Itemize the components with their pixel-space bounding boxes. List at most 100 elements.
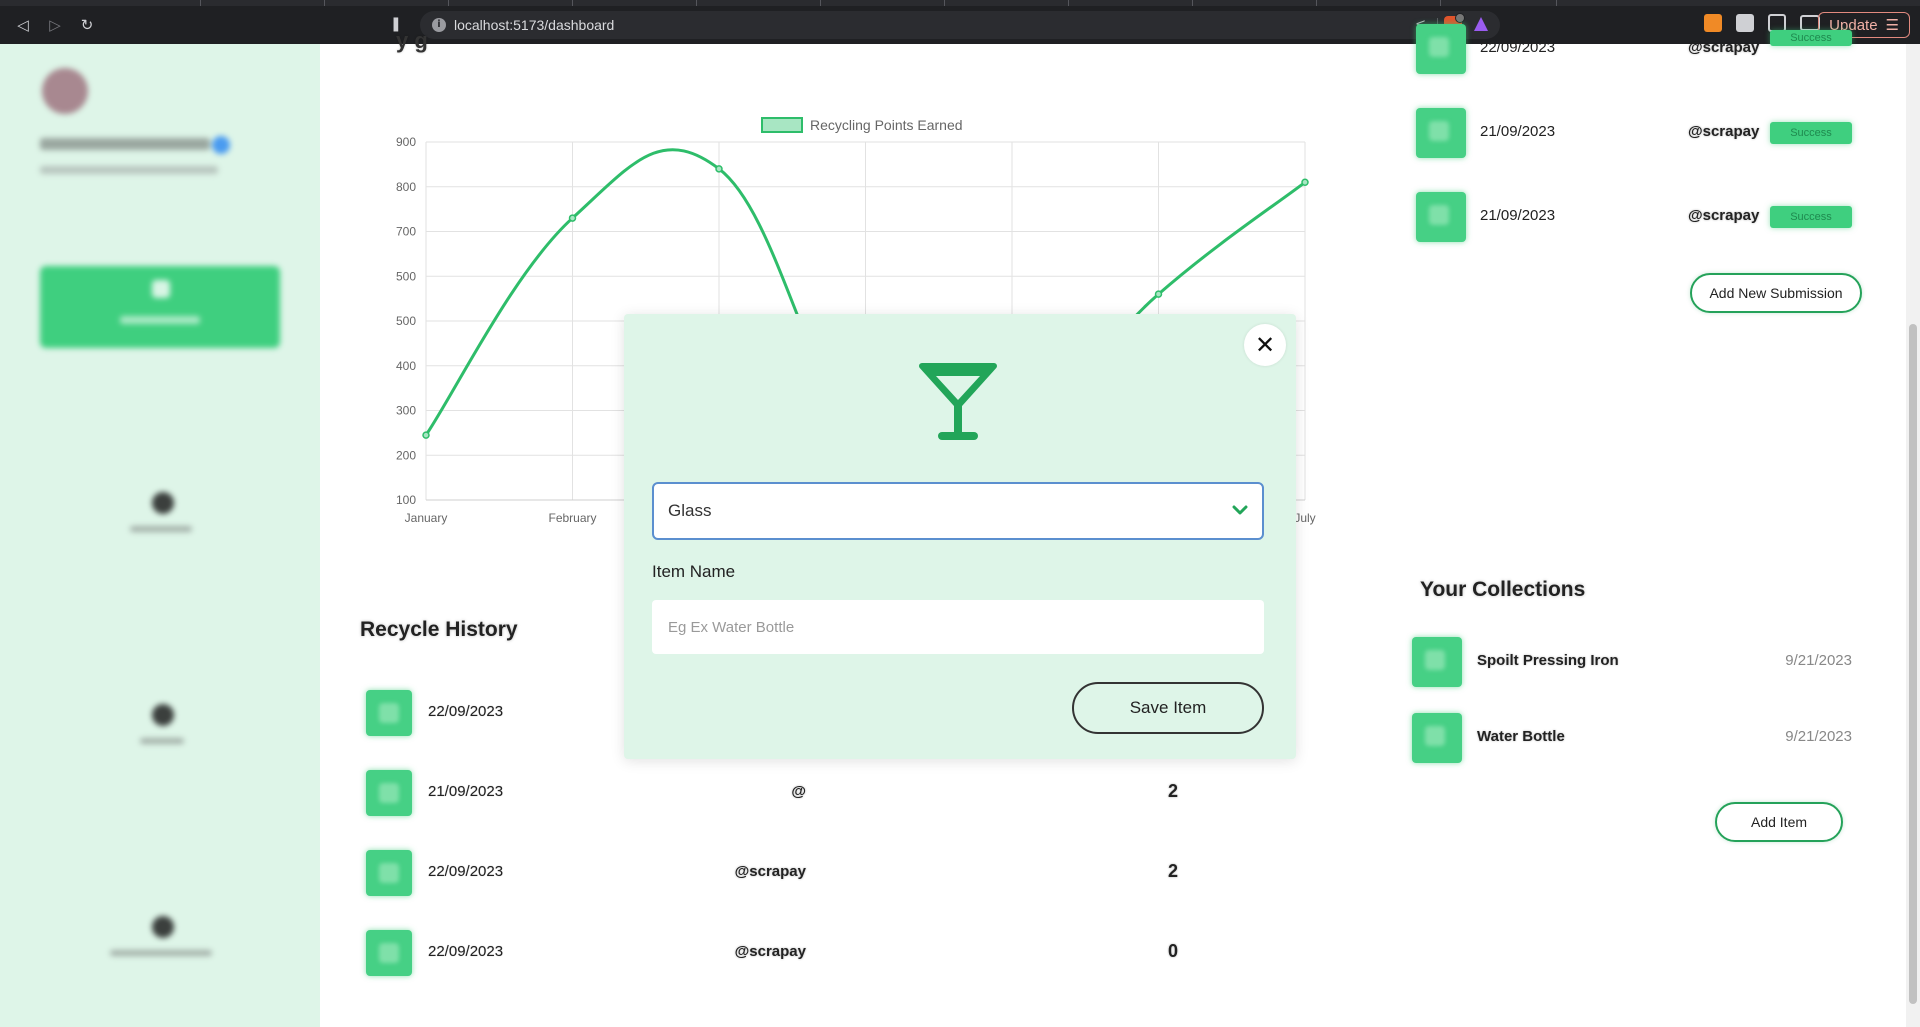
y-tick-label: 700 — [396, 225, 416, 239]
chevron-down-icon — [1232, 505, 1248, 515]
close-button[interactable]: ✕ — [1244, 324, 1286, 366]
history-user-text: @scrapay — [734, 943, 806, 960]
y-tick-label: 900 — [396, 135, 416, 149]
add-item-modal: ✕ Glass Item Name Save Item — [624, 314, 1296, 759]
history-count: 0 — [1168, 941, 1179, 961]
collection-date: 9/21/2023 — [1785, 728, 1852, 745]
transaction-date: 21/09/2023 — [1480, 123, 1556, 140]
marketplace-icon — [152, 916, 174, 938]
history-user-text: @ — [791, 783, 807, 800]
back-icon[interactable]: ◁ — [8, 10, 38, 40]
add-item-button[interactable]: Add Item — [1715, 802, 1843, 842]
recycle-history-title: Recycle History — [360, 618, 518, 641]
x-tick-label: July — [1294, 511, 1315, 525]
status-badge: Success — [1770, 122, 1852, 144]
y-tick-label: 100 — [396, 493, 416, 507]
y-tick-label: 500 — [396, 314, 416, 328]
forward-icon[interactable]: ▷ — [40, 10, 70, 40]
address-bar[interactable]: i localhost:5173/dashboard < — [420, 11, 1500, 39]
item-thumbnail — [366, 930, 412, 976]
url-text[interactable]: localhost:5173/dashboard — [454, 17, 614, 33]
x-tick-label: February — [548, 511, 596, 525]
history-count: 2 — [1168, 861, 1179, 881]
y-tick-label: 300 — [396, 404, 416, 418]
y-tick-label: 200 — [396, 448, 416, 462]
y-tick-label: 400 — [396, 359, 416, 373]
scrollbar-thumb[interactable] — [1909, 324, 1917, 1004]
item-thumbnail — [366, 770, 412, 816]
item-name-input[interactable] — [652, 600, 1264, 654]
collections-title: Your Collections — [1420, 578, 1586, 601]
transaction-user: @scrapay — [1688, 207, 1760, 224]
history-user-text: @scrapay — [734, 863, 806, 880]
add-new-submission-button[interactable]: Add New Submission — [1690, 273, 1862, 313]
sidebar-item-label — [130, 526, 192, 532]
history-date: 21/09/2023 — [428, 783, 504, 800]
collection-name: Water Bottle — [1477, 728, 1565, 745]
item-thumbnail — [1416, 24, 1466, 74]
reload-icon[interactable]: ↻ — [72, 10, 102, 40]
category-select[interactable]: Glass — [652, 482, 1264, 540]
verified-badge-icon — [212, 136, 230, 154]
dashboard-icon — [152, 280, 170, 298]
avatar[interactable] — [42, 68, 88, 114]
list-item[interactable]: Water Bottle 9/21/2023 — [1412, 713, 1852, 763]
status-badge: Success — [1770, 206, 1852, 228]
table-row[interactable]: 22/09/2023 @scrapay 2 — [366, 850, 1226, 896]
transaction-user: @scrapay — [1688, 39, 1760, 56]
funds-icon — [152, 704, 174, 726]
history-count: 2 — [1168, 781, 1179, 801]
legend-swatch — [761, 117, 803, 133]
y-tick-label: 500 — [396, 269, 416, 283]
recycle-icon — [152, 492, 174, 514]
sidebar — [0, 44, 320, 1027]
item-thumbnail — [1412, 713, 1462, 763]
history-date: 22/09/2023 — [428, 703, 504, 720]
sidebar-item-label — [120, 316, 200, 324]
sidebar-item-label — [140, 738, 184, 744]
table-row[interactable]: 22/09/2023 @scrapay 0 — [366, 930, 1226, 976]
sidebar-item-funds[interactable] — [40, 696, 280, 766]
category-select-value: Glass — [668, 501, 712, 520]
x-tick-label: January — [405, 511, 448, 525]
page-scrollbar[interactable] — [1906, 44, 1920, 1027]
item-thumbnail — [366, 850, 412, 896]
item-thumbnail — [1412, 637, 1462, 687]
cocktail-glass-icon — [919, 363, 997, 440]
table-row[interactable]: 21/09/2023 @ 2 — [366, 770, 1226, 816]
item-thumbnail — [1416, 192, 1466, 242]
user-name-blurred — [40, 138, 210, 150]
list-item[interactable]: 22/09/2023 @scrapay Success — [1416, 24, 1852, 74]
collection-name: Spoilt Pressing Iron — [1477, 652, 1619, 669]
user-email-blurred — [40, 166, 218, 174]
close-icon: ✕ — [1254, 331, 1276, 359]
item-name-label: Item Name — [652, 562, 736, 581]
data-point — [422, 431, 430, 439]
history-date: 22/09/2023 — [428, 943, 504, 960]
site-info-icon[interactable]: i — [432, 18, 446, 32]
data-point — [1154, 290, 1163, 298]
transaction-date: 22/09/2023 — [1480, 39, 1556, 56]
collection-date: 9/21/2023 — [1785, 652, 1852, 669]
transaction-date: 21/09/2023 — [1480, 207, 1556, 224]
transaction-user: @scrapay — [1688, 123, 1760, 140]
list-item[interactable]: Spoilt Pressing Iron 9/21/2023 — [1412, 637, 1852, 687]
list-item[interactable]: 21/09/2023 @scrapay Success — [1416, 192, 1852, 242]
sidebar-item-recycle[interactable] — [40, 484, 280, 554]
shields-badge — [1455, 13, 1465, 23]
data-point — [1301, 178, 1309, 187]
save-item-button[interactable]: Save Item — [1072, 682, 1264, 734]
history-date: 22/09/2023 — [428, 863, 504, 880]
list-item[interactable]: 21/09/2023 @scrapay Success — [1416, 108, 1852, 158]
data-point — [715, 165, 723, 173]
sidebar-item-dashboard[interactable] — [40, 266, 280, 348]
status-badge: Success — [1770, 30, 1852, 46]
data-point — [568, 214, 577, 222]
y-tick-label: 800 — [396, 180, 416, 194]
sidebar-item-marketplace[interactable] — [40, 908, 280, 978]
chart-heading: y g — [396, 28, 428, 53]
item-thumbnail — [366, 690, 412, 736]
sidebar-item-label — [110, 950, 212, 956]
menu-icon: ☰ — [1885, 17, 1899, 34]
item-thumbnail — [1416, 108, 1466, 158]
